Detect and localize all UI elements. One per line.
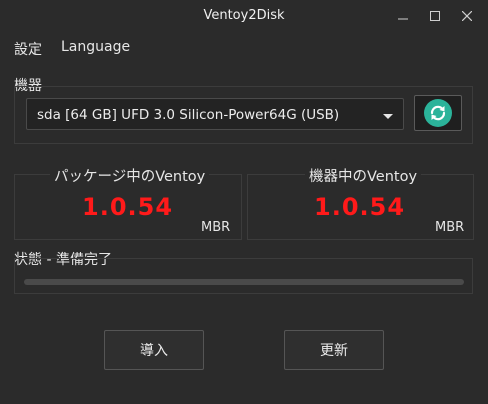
status-group-box <box>14 258 473 294</box>
minimize-icon[interactable] <box>388 4 418 28</box>
device-version-title: 機器中のVentoy <box>305 165 422 186</box>
package-version-number: 1.0.54 <box>82 193 174 221</box>
chevron-down-icon <box>381 108 395 122</box>
update-button[interactable]: 更新 <box>284 330 384 370</box>
refresh-button[interactable] <box>414 95 462 131</box>
device-dropdown-value: sda [64 GB] UFD 3.0 Silicon-Power64G (US… <box>37 107 340 123</box>
package-version-title: パッケージ中のVentoy <box>50 165 210 186</box>
menu-language[interactable]: Language <box>61 39 130 55</box>
device-partition-style: MBR <box>435 220 465 235</box>
refresh-icon <box>424 99 452 127</box>
progress-bar <box>24 279 464 285</box>
device-version-number: 1.0.54 <box>314 193 406 221</box>
package-partition-style: MBR <box>201 220 231 235</box>
title-bar: Ventoy2Disk <box>0 0 488 32</box>
install-button[interactable]: 導入 <box>104 330 204 370</box>
device-dropdown[interactable]: sda [64 GB] UFD 3.0 Silicon-Power64G (US… <box>26 98 404 130</box>
menu-bar: 設定 Language <box>0 36 488 60</box>
menu-settings[interactable]: 設定 <box>14 39 42 59</box>
maximize-icon[interactable] <box>420 4 450 28</box>
close-icon[interactable] <box>452 4 482 28</box>
